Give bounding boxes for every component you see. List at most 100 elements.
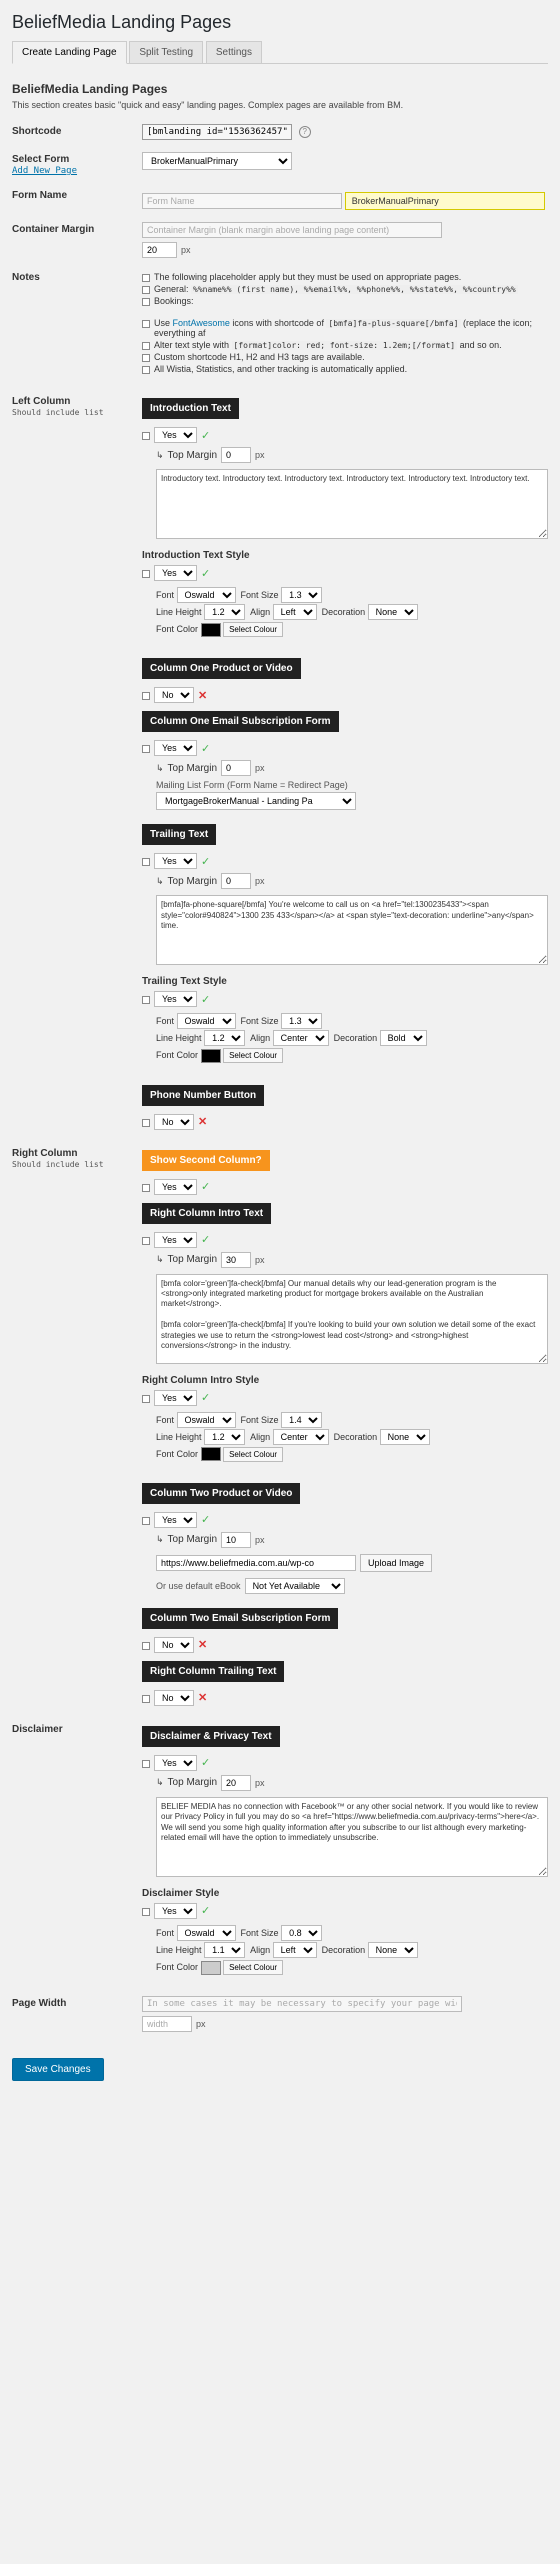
expand-icon[interactable] <box>142 1695 150 1703</box>
trailing-deco-select[interactable]: Bold <box>380 1030 427 1046</box>
show-second-toggle[interactable]: Yes <box>154 1179 197 1195</box>
rc-intro-margin-input[interactable] <box>221 1252 251 1268</box>
rc-intro-textarea[interactable]: [bmfa color='green']fa-check[/bmfa] Our … <box>156 1274 548 1364</box>
disclaimer-color-btn[interactable]: Select Colour <box>223 1960 283 1975</box>
help-icon[interactable]: ? <box>299 126 311 138</box>
expand-icon[interactable] <box>142 1184 150 1192</box>
intro-lh-select[interactable]: 1.2 <box>204 604 245 620</box>
fontawesome-link[interactable]: FontAwesome <box>173 318 230 328</box>
rc-align-select[interactable]: Center <box>273 1429 329 1445</box>
trailing-color-btn[interactable]: Select Colour <box>223 1048 283 1063</box>
rc-lh-select[interactable]: 1.2 <box>204 1429 245 1445</box>
rc-trailing-toggle[interactable]: No <box>154 1690 194 1706</box>
section-col2-product: Column Two Product or Video <box>142 1483 300 1504</box>
select-form-dropdown[interactable]: BrokerManualPrimary <box>142 152 292 170</box>
expand-icon[interactable] <box>142 1908 150 1916</box>
arrow-icon: ↳ <box>156 1777 164 1788</box>
disclaimer-fontsize-select[interactable]: 0.8 <box>281 1925 322 1941</box>
tab-settings[interactable]: Settings <box>206 41 262 63</box>
top-margin-label: Top Margin <box>168 1534 217 1545</box>
intro-font-select[interactable]: Oswald <box>177 587 236 603</box>
notes-label: Notes <box>12 270 142 283</box>
rc-deco-select[interactable]: None <box>380 1429 430 1445</box>
disclaimer-lh-select[interactable]: 1.1 <box>204 1942 245 1958</box>
trailing-align-select[interactable]: Center <box>273 1030 329 1046</box>
expand-icon[interactable] <box>142 1237 150 1245</box>
page-width-input[interactable] <box>142 2016 192 2032</box>
disclaimer-style-toggle[interactable]: Yes <box>154 1903 197 1919</box>
page-title: BeliefMedia Landing Pages <box>12 0 548 41</box>
intro-textarea[interactable]: Introductory text. Introductory text. In… <box>156 469 548 539</box>
intro-align-select[interactable]: Left <box>273 604 317 620</box>
shortcode-input[interactable] <box>142 124 292 140</box>
default-ebook-select[interactable]: Not Yet Available <box>245 1578 345 1594</box>
top-margin-label: Top Margin <box>168 1777 217 1788</box>
bullet-icon <box>142 298 150 306</box>
expand-icon[interactable] <box>142 1760 150 1768</box>
disclaimer-margin-input[interactable] <box>221 1775 251 1791</box>
expand-icon[interactable] <box>142 858 150 866</box>
disclaimer-align-select[interactable]: Left <box>273 1942 317 1958</box>
phone-btn-toggle[interactable]: No <box>154 1114 194 1130</box>
col1-email-toggle[interactable]: Yes <box>154 740 197 756</box>
expand-icon[interactable] <box>142 1119 150 1127</box>
col2-product-url-input[interactable] <box>156 1555 356 1571</box>
trailing-margin-input[interactable] <box>221 873 251 889</box>
trailing-textarea[interactable]: [bmfa]fa-phone-square[/bmfa] You're welc… <box>156 895 548 965</box>
expand-icon[interactable] <box>142 1517 150 1525</box>
note-text: Use FontAwesome icons with shortcode of … <box>154 318 548 338</box>
disclaimer-toggle[interactable]: Yes <box>154 1755 197 1771</box>
tab-create-landing[interactable]: Create Landing Page <box>12 41 127 64</box>
section-col1-email: Column One Email Subscription Form <box>142 711 339 732</box>
intro-style-toggle[interactable]: Yes <box>154 565 197 581</box>
section-col1-product: Column One Product or Video <box>142 658 301 679</box>
upload-image-btn[interactable]: Upload Image <box>360 1554 432 1572</box>
trailing-fontsize-select[interactable]: 1.3 <box>281 1013 322 1029</box>
disclaimer-textarea[interactable]: BELIEF MEDIA has no connection with Face… <box>156 1797 548 1877</box>
rc-font-select[interactable]: Oswald <box>177 1412 236 1428</box>
add-new-page-link[interactable]: Add New Page <box>12 166 77 176</box>
rc-color-btn[interactable]: Select Colour <box>223 1447 283 1462</box>
col1-email-margin-input[interactable] <box>221 760 251 776</box>
sub-heading: BeliefMedia Landing Pages <box>12 72 548 100</box>
expand-icon[interactable] <box>142 692 150 700</box>
expand-icon[interactable] <box>142 1395 150 1403</box>
intro-text-toggle[interactable]: Yes <box>154 427 197 443</box>
top-margin-label: Top Margin <box>168 1254 217 1265</box>
bullet-icon <box>142 342 150 350</box>
trailing-style-toggle[interactable]: Yes <box>154 991 197 1007</box>
expand-icon[interactable] <box>142 432 150 440</box>
expand-icon[interactable] <box>142 570 150 578</box>
disclaimer-font-select[interactable]: Oswald <box>177 1925 236 1941</box>
intro-desc: This section creates basic "quick and ea… <box>12 100 548 110</box>
col2-product-margin-input[interactable] <box>221 1532 251 1548</box>
intro-fontsize-select[interactable]: 1.3 <box>281 587 322 603</box>
check-icon: ✓ <box>201 1180 210 1193</box>
trailing-lh-select[interactable]: 1.2 <box>204 1030 245 1046</box>
rc-intro-style-toggle[interactable]: Yes <box>154 1390 197 1406</box>
form-name-label: Form Name <box>12 188 142 201</box>
expand-icon[interactable] <box>142 1642 150 1650</box>
rc-fontsize-select[interactable]: 1.4 <box>281 1412 322 1428</box>
expand-icon[interactable] <box>142 745 150 753</box>
rc-intro-toggle[interactable]: Yes <box>154 1232 197 1248</box>
page-width-label: Page Width <box>12 1996 142 2009</box>
save-changes-button[interactable]: Save Changes <box>12 2058 104 2081</box>
top-margin-label: Top Margin <box>168 763 217 774</box>
check-icon: ✓ <box>201 1756 210 1769</box>
disclaimer-deco-select[interactable]: None <box>368 1942 418 1958</box>
trailing-font-select[interactable]: Oswald <box>177 1013 236 1029</box>
trailing-toggle[interactable]: Yes <box>154 853 197 869</box>
col2-email-toggle[interactable]: No <box>154 1637 194 1653</box>
col1-product-toggle[interactable]: No <box>154 687 194 703</box>
check-icon: ✓ <box>201 429 210 442</box>
intro-margin-input[interactable] <box>221 447 251 463</box>
intro-deco-select[interactable]: None <box>368 604 418 620</box>
tab-split-testing[interactable]: Split Testing <box>129 41 203 63</box>
col2-product-toggle[interactable]: Yes <box>154 1512 197 1528</box>
or-use-label: Or use default eBook <box>156 1581 241 1591</box>
expand-icon[interactable] <box>142 996 150 1004</box>
container-margin-input[interactable] <box>142 242 177 258</box>
intro-color-btn[interactable]: Select Colour <box>223 622 283 637</box>
mailing-select[interactable]: MortgageBrokerManual - Landing Pa <box>156 792 356 810</box>
